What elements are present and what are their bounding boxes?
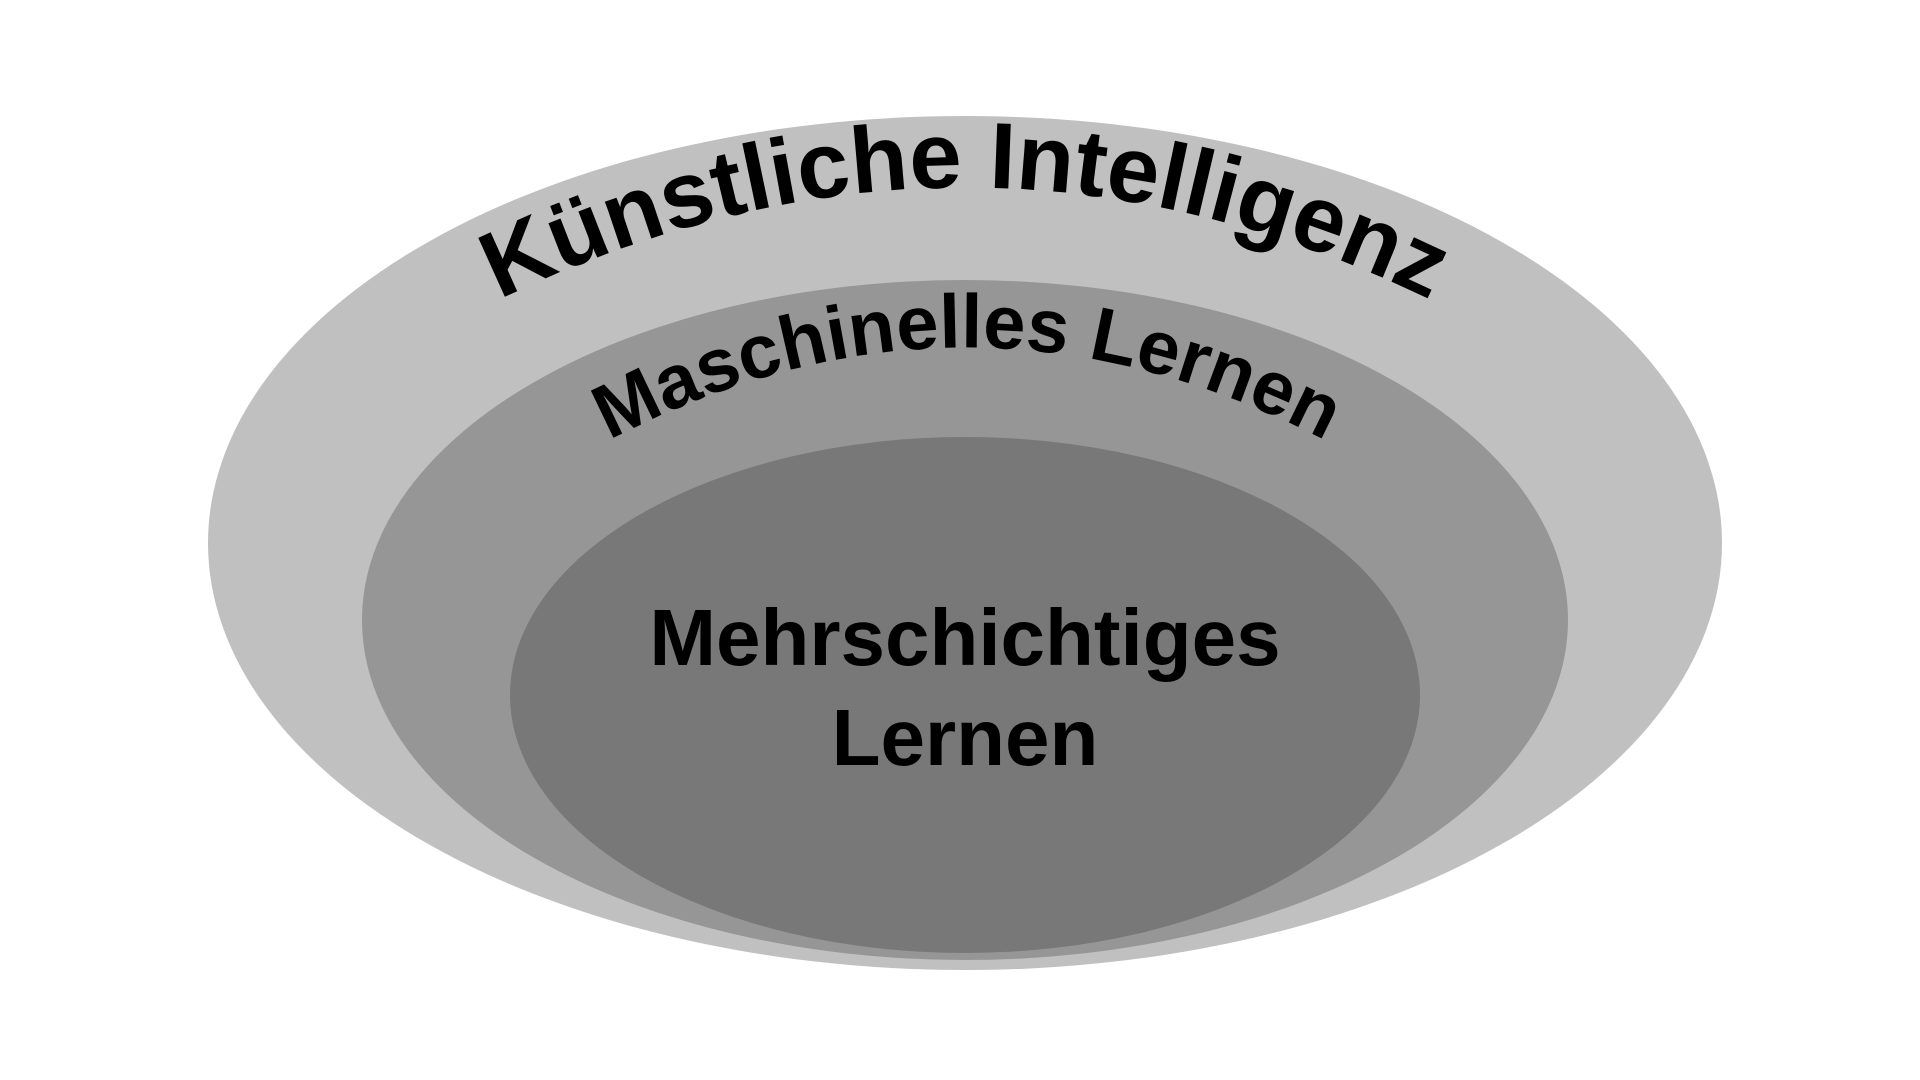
- nested-ellipse-diagram: Künstliche Intelligenz Maschinelles Lern…: [208, 102, 1722, 970]
- label-mehrschichtiges-line-1: Mehrschichtiges: [649, 593, 1280, 682]
- label-mehrschichtiges-line-2: Lernen: [832, 693, 1099, 782]
